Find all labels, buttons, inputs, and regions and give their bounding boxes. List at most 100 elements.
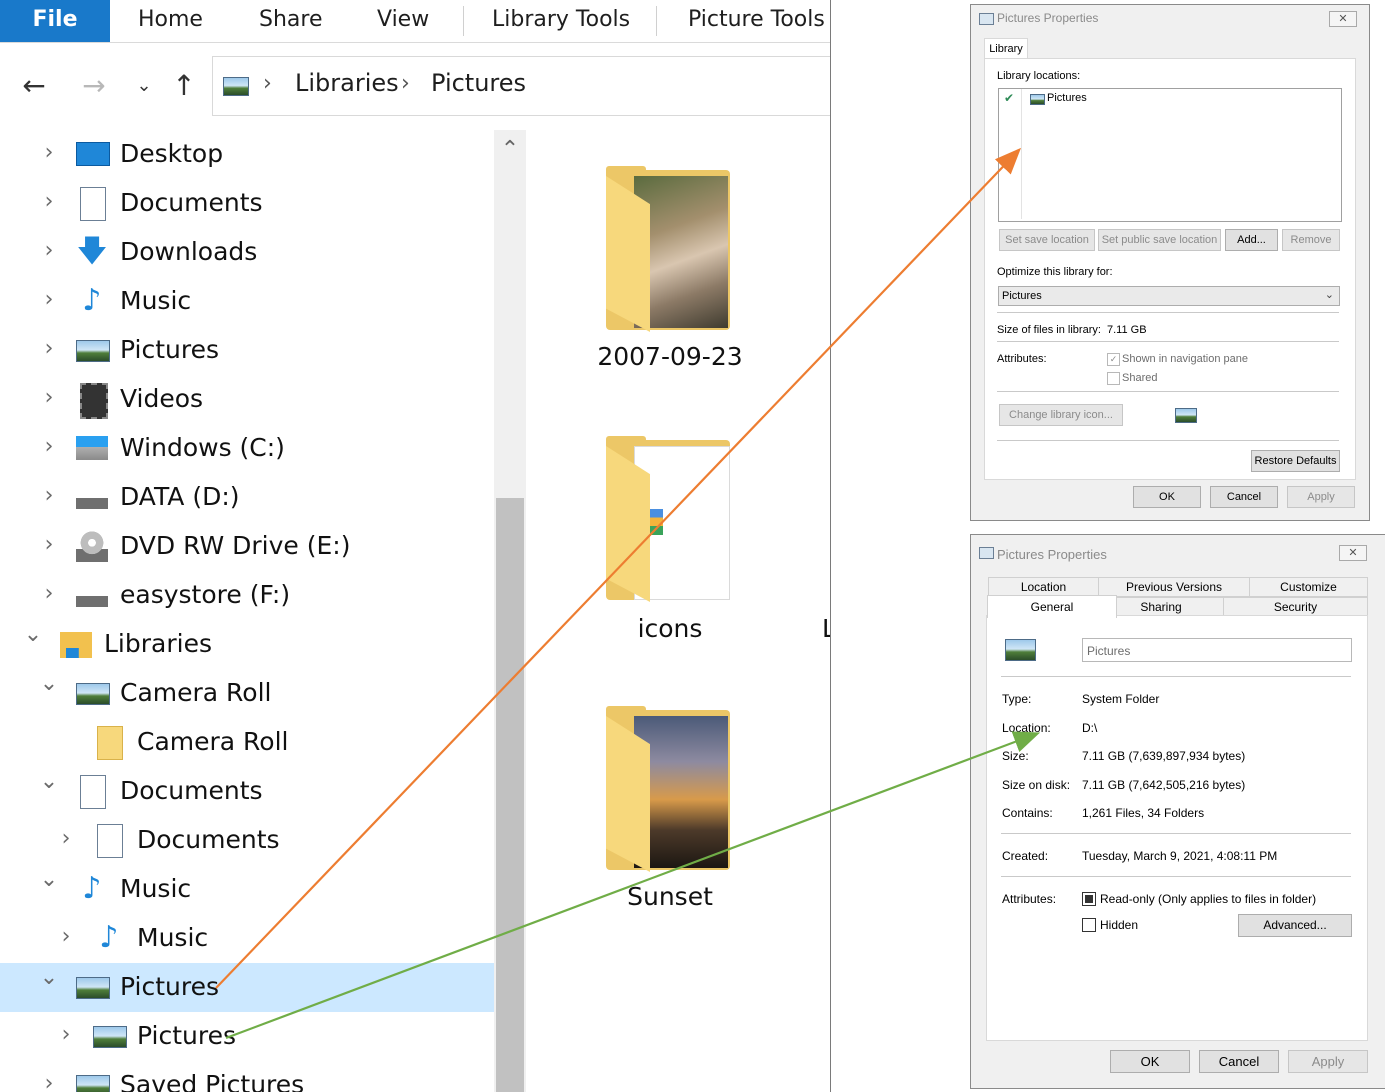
chevron-right-icon[interactable]: › — [38, 138, 60, 168]
tab-customize[interactable]: Customize — [1249, 577, 1368, 597]
chevron-right-icon[interactable]: › — [38, 285, 60, 315]
breadcrumb-pictures[interactable]: Pictures — [431, 69, 526, 97]
windows-drive-icon — [76, 436, 108, 460]
chevron-down-icon[interactable]: ⌄ — [38, 865, 60, 895]
tree-item-camera-roll[interactable]: Camera Roll — [0, 718, 494, 767]
tree-item-camera-roll[interactable]: ⌄ Camera Roll — [0, 669, 494, 718]
folder-name[interactable]: icons — [570, 614, 770, 643]
tree-item-videos[interactable]: › Videos — [0, 375, 494, 424]
tree-item-documents[interactable]: › Documents — [0, 179, 494, 228]
prop-label: Location: — [1002, 721, 1051, 735]
tab-security[interactable]: Security — [1223, 597, 1368, 617]
tab-location[interactable]: Location — [988, 577, 1099, 597]
library-locations-list[interactable]: ✔ Pictures — [998, 88, 1342, 222]
folder-thumbnail[interactable] — [604, 166, 734, 336]
tab-library-tools[interactable]: Library Tools — [492, 0, 630, 42]
pictures-folder-icon — [1030, 94, 1045, 105]
location-item[interactable]: Pictures — [1047, 92, 1087, 104]
chevron-down-icon[interactable]: ⌄ — [38, 767, 60, 797]
pictures-library-icon — [76, 977, 110, 999]
ok-button[interactable]: OK — [1110, 1050, 1190, 1073]
tree-item-windows-c[interactable]: › Windows (C:) — [0, 424, 494, 473]
chevron-right-icon[interactable]: › — [55, 1020, 77, 1050]
tree-item-dvd-rw-drive-e[interactable]: › DVD RW Drive (E:) — [0, 522, 494, 571]
tree-item-documents[interactable]: ⌄ Documents — [0, 767, 494, 816]
address-box[interactable]: › Libraries › Pictures — [212, 56, 830, 116]
tree-item-data-d[interactable]: › DATA (D:) — [0, 473, 494, 522]
read-only-checkbox[interactable] — [1082, 892, 1096, 906]
chevron-right-icon[interactable]: › — [38, 530, 60, 560]
tree-item-downloads[interactable]: › 🡇 Downloads — [0, 228, 494, 277]
folder-name-field[interactable]: Pictures — [1082, 638, 1352, 662]
apply-button[interactable]: Apply — [1288, 1050, 1368, 1073]
tree-scrollbar[interactable]: ⌃ — [494, 130, 526, 1092]
chevron-right-icon[interactable]: › — [38, 579, 60, 609]
scrollbar-thumb[interactable] — [496, 498, 524, 1092]
tree-item-music[interactable]: › ♪ Music — [0, 277, 494, 326]
folder-name[interactable]: 2007-09-23 — [570, 342, 770, 371]
tab-picture-tools[interactable]: Picture Tools — [688, 0, 825, 42]
chevron-right-icon[interactable]: › — [38, 334, 60, 364]
tab-library[interactable]: Library — [984, 38, 1028, 59]
divider — [1001, 676, 1351, 677]
chevron-down-icon: ⌄ — [1324, 289, 1334, 301]
chevron-right-icon[interactable]: › — [38, 432, 60, 462]
chevron-right-icon[interactable]: › — [38, 383, 60, 413]
chevron-right-icon[interactable]: › — [38, 236, 60, 266]
tree-item-music[interactable]: ⌄ ♪ Music — [0, 865, 494, 914]
folder-name[interactable]: Sunset — [570, 882, 770, 911]
tree-item-music[interactable]: › ♪ Music — [0, 914, 494, 963]
chevron-right-icon[interactable]: › — [38, 187, 60, 217]
tab-home[interactable]: Home — [138, 0, 203, 42]
tree-item-pictures[interactable]: › Pictures — [0, 326, 494, 375]
breadcrumb-libraries[interactable]: Libraries — [295, 69, 399, 97]
back-arrow-icon[interactable]: ← — [16, 66, 52, 106]
documents-icon — [80, 775, 106, 809]
divider — [997, 312, 1339, 313]
folder-thumbnail[interactable] — [604, 706, 734, 876]
cancel-button[interactable]: Cancel — [1199, 1050, 1279, 1073]
chevron-right-icon[interactable]: › — [55, 824, 77, 854]
shown-in-nav-checkbox[interactable]: ✓ — [1107, 353, 1120, 366]
chevron-down-icon[interactable]: ⌄ — [22, 620, 44, 650]
folder-thumbnail[interactable] — [604, 436, 734, 606]
scroll-up-icon[interactable]: ⌃ — [494, 130, 526, 170]
music-icon: ♪ — [82, 283, 102, 318]
tab-general[interactable]: General — [987, 595, 1117, 618]
tab-view[interactable]: View — [377, 0, 429, 42]
hidden-checkbox[interactable] — [1082, 918, 1096, 932]
ok-button[interactable]: OK — [1133, 486, 1201, 508]
shared-checkbox[interactable] — [1107, 372, 1120, 385]
chevron-down-icon[interactable]: ⌄ — [126, 66, 162, 106]
tree-item-pictures[interactable]: › Pictures — [0, 1012, 494, 1061]
tab-share[interactable]: Share — [259, 0, 323, 42]
add-location-button[interactable]: Add... — [1225, 229, 1278, 251]
tree-item-saved-pictures[interactable]: › Saved Pictures — [0, 1061, 494, 1092]
tab-previous-versions[interactable]: Previous Versions — [1098, 577, 1250, 597]
chevron-down-icon[interactable]: ⌄ — [38, 963, 60, 993]
set-public-save-location-button[interactable]: Set public save location — [1098, 229, 1221, 251]
tree-item-pictures[interactable]: ⌄ Pictures — [0, 963, 494, 1012]
change-library-icon-button[interactable]: Change library icon... — [999, 404, 1123, 426]
advanced-button[interactable]: Advanced... — [1238, 914, 1352, 937]
chevron-right-icon[interactable]: › — [55, 922, 77, 952]
up-arrow-icon[interactable]: ↑ — [166, 66, 202, 106]
tree-item-libraries[interactable]: ⌄ Libraries — [0, 620, 494, 669]
optimize-select[interactable]: Pictures ⌄ — [998, 286, 1340, 306]
tab-file[interactable]: File — [0, 0, 110, 42]
apply-button[interactable]: Apply — [1287, 486, 1355, 508]
chevron-down-icon[interactable]: ⌄ — [38, 669, 60, 699]
chevron-right-icon[interactable]: › — [38, 481, 60, 511]
chevron-right-icon[interactable]: › — [38, 1069, 60, 1092]
restore-defaults-button[interactable]: Restore Defaults — [1251, 450, 1340, 472]
set-save-location-button[interactable]: Set save location — [999, 229, 1095, 251]
close-icon[interactable]: ✕ — [1329, 11, 1357, 27]
close-icon[interactable]: ✕ — [1339, 545, 1367, 561]
cancel-button[interactable]: Cancel — [1210, 486, 1278, 508]
tree-item-desktop[interactable]: › Desktop — [0, 130, 494, 179]
tree-item-documents[interactable]: › Documents — [0, 816, 494, 865]
remove-location-button[interactable]: Remove — [1282, 229, 1340, 251]
forward-arrow-icon[interactable]: → — [76, 66, 112, 106]
tree-item-label: Music — [137, 923, 209, 952]
tree-item-easystore-f[interactable]: › easystore (F:) — [0, 571, 494, 620]
